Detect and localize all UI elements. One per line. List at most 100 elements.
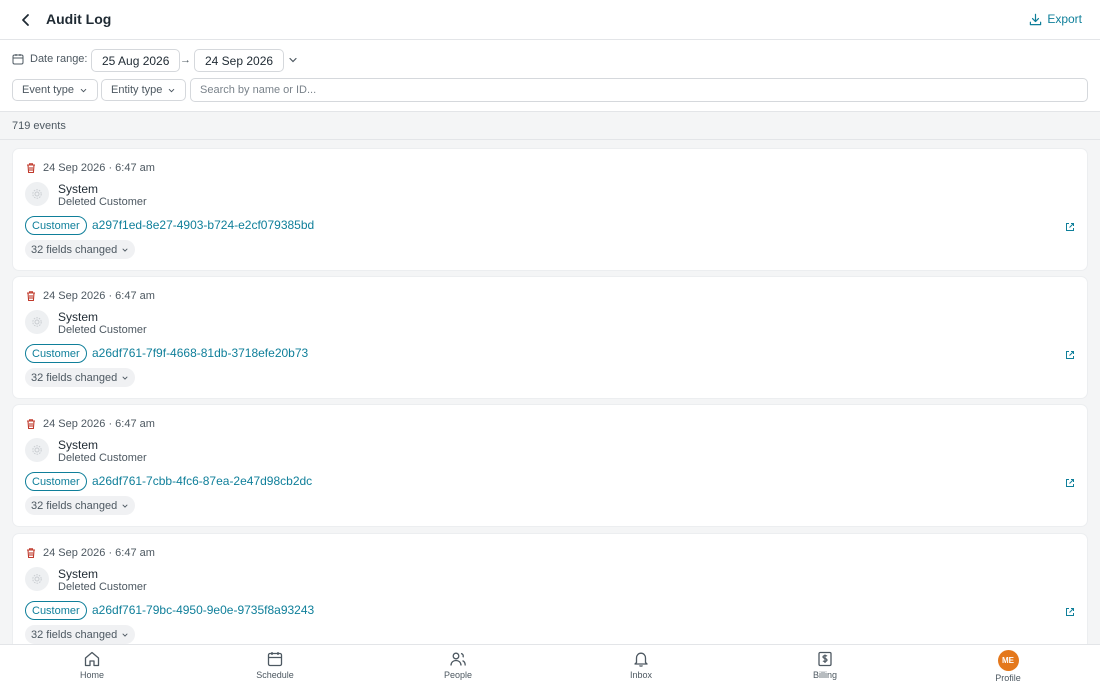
fields-changed-toggle[interactable]: 32 fields changed	[25, 496, 136, 515]
event-timestamp: 24 Sep 2026 · 6:47 am	[43, 418, 155, 430]
event-actor: System	[58, 182, 99, 196]
external-link-icon	[1066, 223, 1074, 231]
bell-icon	[634, 652, 648, 667]
external-link-icon	[1066, 351, 1074, 359]
open-entity-button[interactable]	[1065, 475, 1075, 493]
event-timestamp-group: 24 Sep 2026 · 6:47 am	[25, 547, 155, 559]
nav-schedule-label: Schedule	[256, 670, 294, 680]
open-entity-button[interactable]	[1065, 604, 1075, 622]
divider	[0, 139, 1100, 140]
gear-icon	[32, 189, 42, 199]
event-action: Deleted Customer	[58, 324, 147, 336]
event-timestamp-group: 24 Sep 2026 · 6:47 am	[25, 162, 155, 174]
system-avatar	[25, 310, 49, 334]
trash-icon	[27, 419, 35, 430]
trash-icon	[27, 291, 35, 302]
back-button[interactable]	[16, 10, 36, 30]
date-from-picker[interactable]: 25 Aug 2026	[91, 49, 181, 72]
date-range-label-group: Date range:	[12, 53, 87, 65]
event-card: 24 Sep 2026 · 6:47 am System Deleted Cus…	[13, 534, 1087, 655]
gear-icon	[32, 317, 42, 327]
event-type-dropdown[interactable]: Event type	[12, 79, 98, 101]
event-card: 24 Sep 2026 · 6:47 am System Deleted Cus…	[13, 405, 1087, 526]
nav-inbox[interactable]: Inbox	[601, 650, 681, 680]
trash-icon	[27, 163, 35, 174]
date-range-dropdown-toggle[interactable]	[287, 53, 299, 71]
event-timestamp-group: 24 Sep 2026 · 6:47 am	[25, 418, 155, 430]
page-title: Audit Log	[46, 11, 112, 27]
date-range-label: Date range:	[30, 53, 88, 65]
top-bar: Audit Log Export	[0, 0, 1100, 40]
search-input[interactable]	[190, 78, 1088, 102]
fields-changed-toggle[interactable]: 32 fields changed	[25, 625, 136, 644]
entity-id-link[interactable]: a297f1ed-8e27-4903-b724-e2cf079385bd	[92, 218, 314, 232]
nav-schedule[interactable]: Schedule	[235, 650, 315, 680]
event-action: Deleted Customer	[58, 452, 147, 464]
filter-bar: Date range: 25 Aug 2026 → 24 Sep 2026 Ev…	[0, 40, 1100, 112]
open-entity-button[interactable]	[1065, 347, 1075, 365]
nav-billing[interactable]: Billing	[785, 650, 865, 680]
calendar-icon	[267, 652, 283, 667]
entity-id-link[interactable]: a26df761-79bc-4950-9e0e-9735f8a93243	[92, 603, 314, 617]
event-count: 719 events	[12, 120, 66, 132]
event-actor: System	[58, 310, 99, 324]
nav-home[interactable]: Home	[52, 650, 132, 680]
chevron-down-icon	[80, 88, 87, 92]
entity-type-badge: Customer	[25, 344, 87, 363]
external-link-icon	[1066, 479, 1074, 487]
chevron-down-icon	[169, 88, 175, 92]
event-card: 24 Sep 2026 · 6:47 am System Deleted Cus…	[13, 277, 1087, 398]
gear-icon	[32, 574, 42, 584]
fields-changed-toggle[interactable]: 32 fields changed	[25, 368, 136, 387]
fields-changed-label: 32 fields changed	[31, 371, 118, 384]
nav-people-label: People	[443, 670, 473, 680]
event-timestamp: 24 Sep 2026 · 6:47 am	[43, 547, 155, 559]
avatar: ME	[997, 650, 1019, 671]
open-entity-button[interactable]	[1065, 219, 1075, 237]
fields-changed-toggle[interactable]: 32 fields changed	[25, 240, 136, 259]
entity-type-badge: Customer	[25, 216, 87, 235]
billing-icon	[818, 651, 832, 667]
event-timestamp: 24 Sep 2026 · 6:47 am	[43, 290, 155, 302]
event-timestamp: 24 Sep 2026 · 6:47 am	[43, 162, 155, 174]
chevron-down-icon	[122, 504, 128, 508]
entity-type-dropdown[interactable]: Entity type	[101, 79, 187, 101]
entity-type-label: Entity type	[111, 84, 163, 96]
nav-home-label: Home	[79, 670, 104, 680]
fields-changed-label: 32 fields changed	[31, 499, 118, 512]
event-timestamp-group: 24 Sep 2026 · 6:47 am	[25, 290, 155, 302]
date-to-picker[interactable]: 24 Sep 2026	[194, 49, 285, 72]
date-range-arrow: →	[180, 54, 191, 66]
chevron-left-icon	[22, 14, 29, 26]
event-actor: System	[58, 438, 99, 452]
fields-changed-label: 32 fields changed	[31, 628, 118, 641]
system-avatar	[25, 438, 49, 462]
export-button[interactable]: Export	[1029, 12, 1082, 26]
entity-type-badge: Customer	[25, 472, 87, 491]
system-avatar	[25, 567, 49, 591]
nav-profile-label: Profile	[995, 673, 1021, 683]
entity-id-link[interactable]: a26df761-7f9f-4668-81db-3718efe20b73	[92, 346, 308, 360]
event-type-label: Event type	[22, 84, 74, 96]
entity-id-link[interactable]: a26df761-7cbb-4fc6-87ea-2e47d98cb2dc	[92, 474, 312, 488]
chevron-down-icon	[122, 248, 128, 252]
event-actor: System	[58, 567, 99, 581]
chevron-down-icon	[289, 57, 297, 63]
calendar-icon	[12, 54, 24, 65]
people-icon	[450, 652, 466, 666]
nav-inbox-label: Inbox	[629, 670, 653, 680]
download-icon	[1030, 13, 1042, 25]
bottom-nav: Home Schedule People Inbox Billing ME Pr…	[0, 644, 1100, 687]
nav-profile[interactable]: ME Profile	[968, 650, 1048, 683]
trash-icon	[27, 548, 35, 559]
gear-icon	[32, 445, 42, 455]
system-avatar	[25, 182, 49, 206]
fields-changed-label: 32 fields changed	[31, 243, 118, 256]
chevron-down-icon	[122, 633, 128, 637]
home-icon	[84, 651, 100, 667]
entity-type-badge: Customer	[25, 601, 87, 620]
chevron-down-icon	[122, 376, 128, 380]
event-action: Deleted Customer	[58, 196, 147, 208]
nav-people[interactable]: People	[418, 650, 498, 680]
external-link-icon	[1066, 608, 1074, 616]
